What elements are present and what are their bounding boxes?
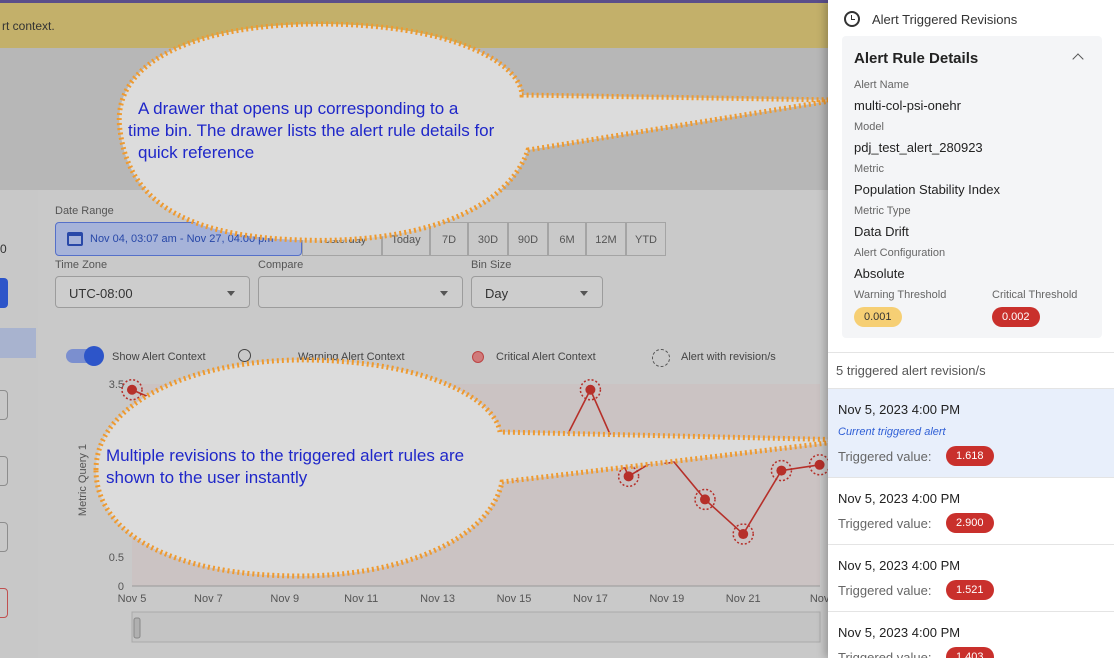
revision-item[interactable]: Nov 5, 2023 4:00 PM Triggered value: 2.9… xyxy=(828,478,1114,544)
triggered-value-label: Triggered value: xyxy=(838,449,932,464)
divider xyxy=(828,352,1114,353)
callout-line: quick reference xyxy=(138,143,255,162)
warning-threshold-label: Warning Threshold xyxy=(854,289,947,301)
triggered-value-label: Triggered value: xyxy=(838,583,932,598)
revision-item[interactable]: Nov 5, 2023 4:00 PM Triggered value: 1.4… xyxy=(828,612,1114,658)
revision-item-current[interactable]: Nov 5, 2023 4:00 PM Current triggered al… xyxy=(828,389,1114,477)
details-title: Alert Rule Details xyxy=(854,50,979,67)
alert-name-value: multi-col-psi-onehr xyxy=(854,98,961,113)
alert-config-label: Alert Configuration xyxy=(854,247,946,259)
alert-rule-details-card: Alert Rule Details Alert Name multi-col-… xyxy=(842,36,1102,338)
alert-config-value: Absolute xyxy=(854,266,905,281)
callout-line: A drawer that opens up corresponding to … xyxy=(138,99,459,118)
revision-date: Nov 5, 2023 4:00 PM xyxy=(838,402,961,417)
metric-value: Population Stability Index xyxy=(854,182,1000,197)
chevron-up-icon[interactable] xyxy=(1072,53,1084,65)
model-value: pdj_test_alert_280923 xyxy=(854,140,983,155)
drawer-title: Alert Triggered Revisions xyxy=(872,11,1018,27)
triggered-value-badge: 1.618 xyxy=(946,446,994,466)
callout-line: Multiple revisions to the triggered aler… xyxy=(106,446,465,465)
warning-threshold-badge: 0.001 xyxy=(854,307,902,327)
callout-line: time bin. The drawer lists the alert rul… xyxy=(128,121,495,140)
callout-line: shown to the user instantly xyxy=(106,468,308,487)
triggered-value-label: Triggered value: xyxy=(838,516,932,531)
metric-type-value: Data Drift xyxy=(854,224,909,239)
revision-item[interactable]: Nov 5, 2023 4:00 PM Triggered value: 1.5… xyxy=(828,545,1114,611)
drawer-header: Alert Triggered Revisions xyxy=(844,9,1017,29)
revision-count: 5 triggered alert revision/s xyxy=(836,363,986,378)
alert-name-label: Alert Name xyxy=(854,79,910,91)
history-icon xyxy=(844,11,860,27)
alert-revisions-drawer: Alert Triggered Revisions Alert Rule Det… xyxy=(828,0,1114,658)
critical-threshold-label: Critical Threshold xyxy=(992,289,1078,301)
revision-date: Nov 5, 2023 4:00 PM xyxy=(838,625,961,640)
callout-text-drawer: A drawer that opens up corresponding to … xyxy=(128,98,494,164)
current-alert-label: Current triggered alert xyxy=(838,426,946,438)
metric-label: Metric xyxy=(854,163,884,175)
revision-date: Nov 5, 2023 4:00 PM xyxy=(838,491,961,506)
critical-threshold-badge: 0.002 xyxy=(992,307,1040,327)
triggered-value-label: Triggered value: xyxy=(838,650,932,658)
callout-text-revisions: Multiple revisions to the triggered aler… xyxy=(106,445,464,489)
triggered-value-badge: 1.521 xyxy=(946,580,994,600)
metric-type-label: Metric Type xyxy=(854,205,911,217)
triggered-value-badge: 1.403 xyxy=(946,647,994,658)
revision-date: Nov 5, 2023 4:00 PM xyxy=(838,558,961,573)
model-label: Model xyxy=(854,121,884,133)
triggered-value-badge: 2.900 xyxy=(946,513,994,533)
